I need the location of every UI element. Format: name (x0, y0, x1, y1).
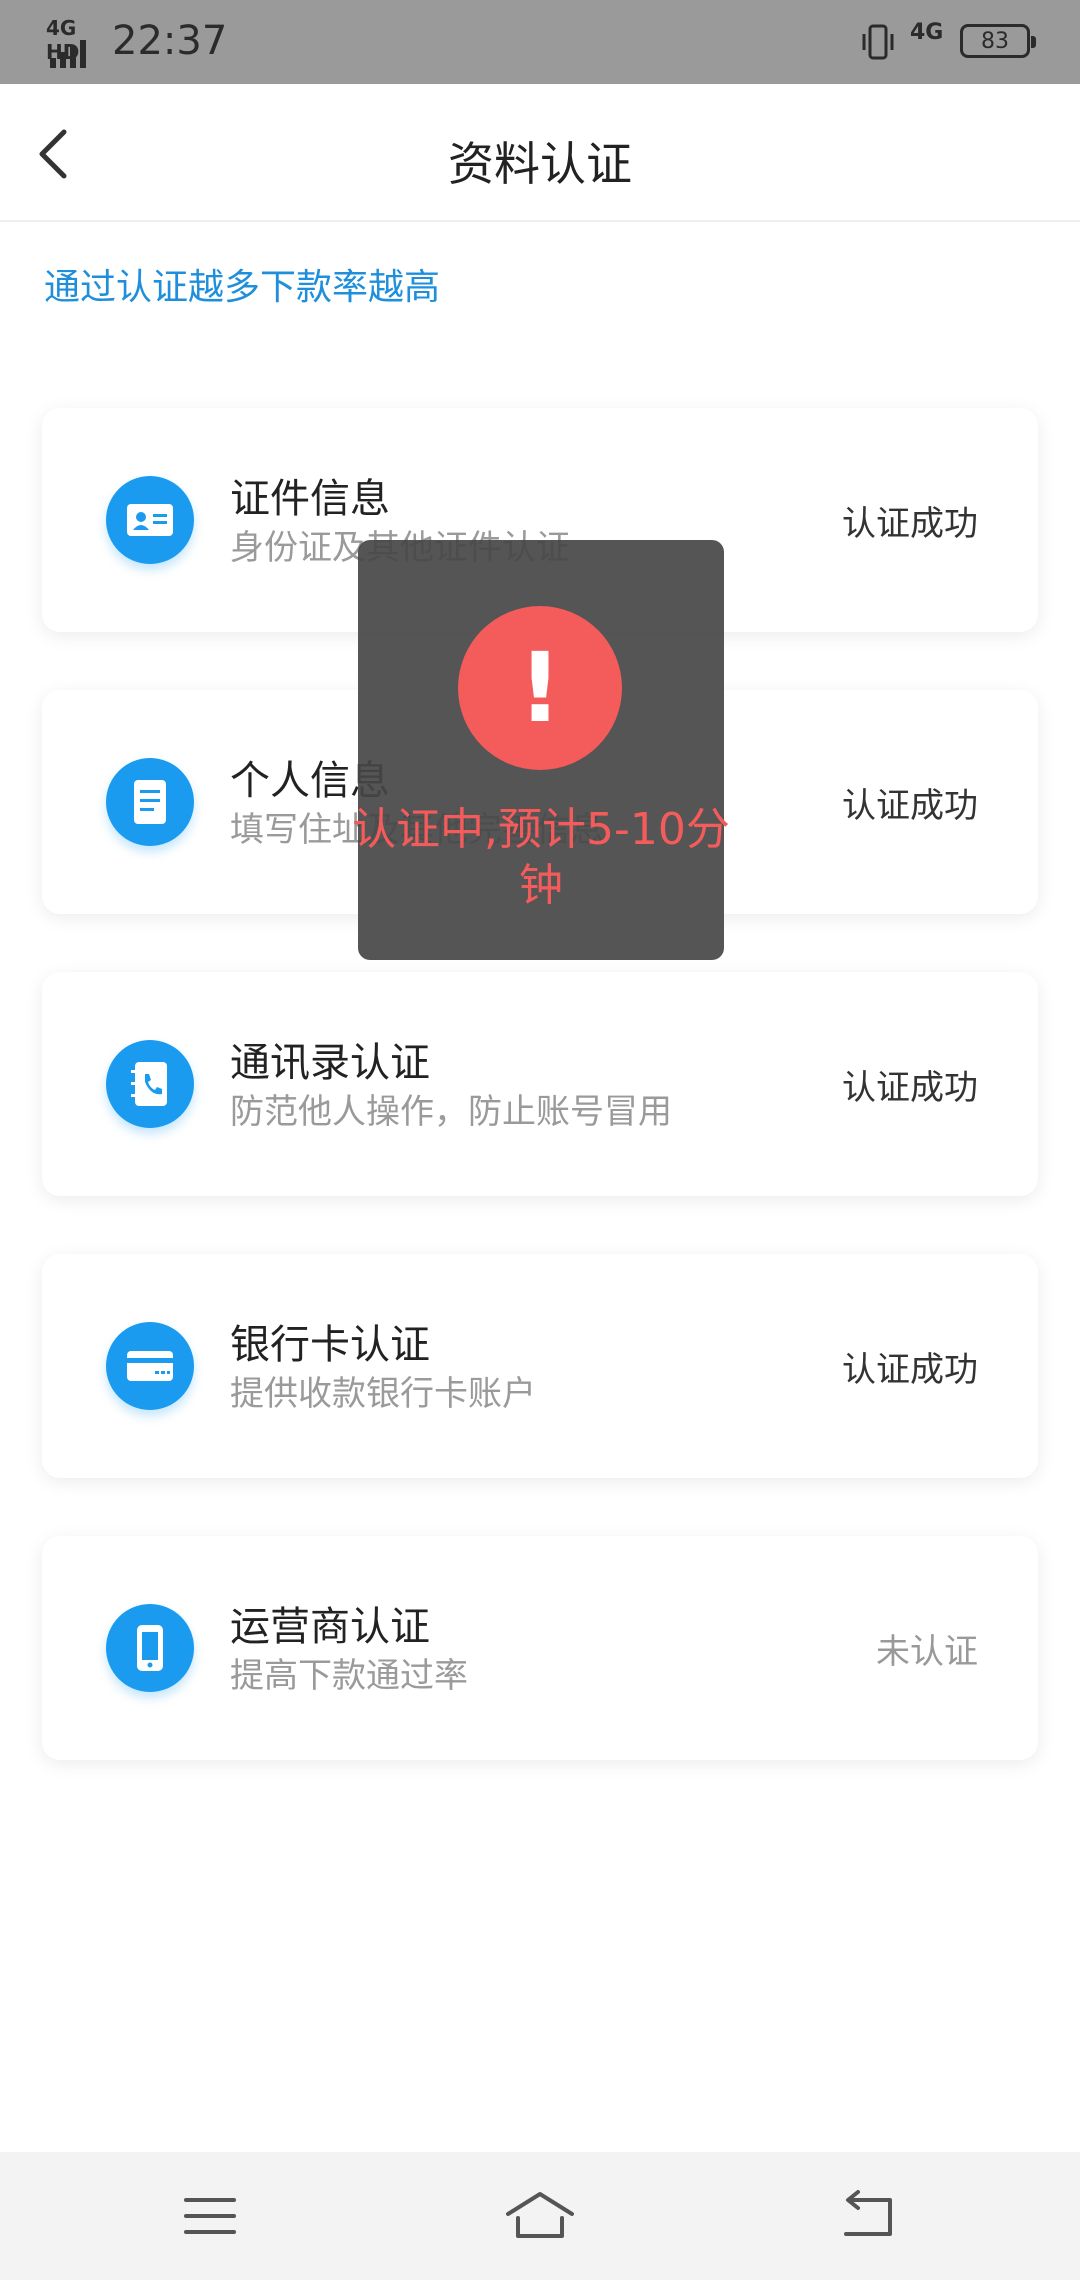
document-icon (106, 758, 194, 846)
card-bank-card[interactable]: 银行卡认证 提供收款银行卡账户 认证成功 (42, 1254, 1038, 1478)
card-status: 认证成功 (842, 504, 978, 544)
return-icon (844, 2190, 892, 2236)
phone-book-icon (106, 1040, 194, 1128)
id-card-icon (106, 476, 194, 564)
status-right: 4G 83 (860, 20, 1040, 66)
card-subtitle: 防范他人操作，防止账号冒用 (230, 1092, 672, 1132)
menu-icon (184, 2198, 236, 2234)
menu-button[interactable] (170, 2188, 250, 2244)
toast-overlay: ! 认证中,预计5-10分钟 (352, 540, 730, 960)
exclamation-icon: ! (458, 606, 622, 770)
card-contacts[interactable]: 通讯录认证 防范他人操作，防止账号冒用 认证成功 (42, 972, 1038, 1196)
card-title: 通讯录认证 (230, 1040, 430, 1086)
vibrate-icon (862, 24, 894, 60)
signal-icon (50, 40, 86, 68)
navigation-bar: 资料认证 (0, 84, 1080, 222)
network-type-right: 4G (910, 20, 944, 45)
battery-indicator: 83 (960, 24, 1036, 58)
hint-text: 通过认证越多下款率越高 (44, 267, 441, 308)
card-status: 认证成功 (842, 786, 978, 826)
mobile-phone-icon (106, 1604, 194, 1692)
card-title: 运营商认证 (230, 1604, 430, 1650)
page-title: 资料认证 (448, 137, 632, 191)
card-subtitle: 提供收款银行卡账户 (230, 1374, 536, 1414)
home-icon (506, 2192, 574, 2238)
card-status: 认证成功 (842, 1068, 978, 1108)
system-navigation-bar (0, 2152, 1080, 2280)
card-status: 未认证 (876, 1632, 978, 1672)
toast-message: 认证中,预计5-10分钟 (352, 804, 730, 911)
home-button[interactable] (500, 2188, 580, 2244)
card-title: 银行卡认证 (230, 1322, 430, 1368)
bank-card-icon (106, 1322, 194, 1410)
battery-level: 83 (981, 28, 1009, 54)
status-bar: 4G HD 22:37 4G 83 (0, 0, 1080, 84)
back-nav-button[interactable] (830, 2188, 910, 2244)
card-status: 认证成功 (842, 1350, 978, 1390)
card-subtitle: 提高下款通过率 (230, 1656, 468, 1696)
clock-time: 22:37 (112, 18, 228, 64)
card-title: 证件信息 (230, 476, 390, 522)
card-carrier[interactable]: 运营商认证 提高下款通过率 未认证 (42, 1536, 1038, 1760)
